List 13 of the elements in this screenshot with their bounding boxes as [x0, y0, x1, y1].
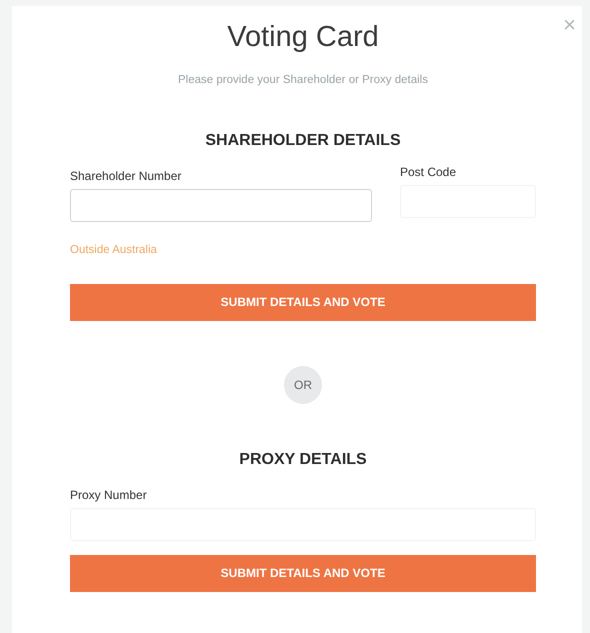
- submit-button[interactable]: SUBMIT DETAILS AND VOTE: [70, 284, 536, 320]
- section-heading: PROXY DETAILS: [239, 450, 367, 470]
- dialog-subtitle: Please provide your Shareholder or Proxy details: [178, 73, 428, 88]
- field-label: Proxy Number: [70, 486, 148, 504]
- input-field[interactable]: [70, 189, 372, 222]
- or-separator: OR: [284, 366, 322, 404]
- field-label: Shareholder Number: [70, 168, 182, 186]
- section-heading: SHAREHOLDER DETAILS: [205, 131, 401, 152]
- field-label: Post Code: [400, 164, 458, 182]
- dialog-title: Voting Card: [227, 20, 379, 54]
- outside-australia-link[interactable]: Outside Australia: [70, 242, 157, 260]
- submit-button[interactable]: SUBMIT DETAILS AND VOTE: [70, 554, 536, 592]
- close-button[interactable]: ×: [563, 14, 576, 36]
